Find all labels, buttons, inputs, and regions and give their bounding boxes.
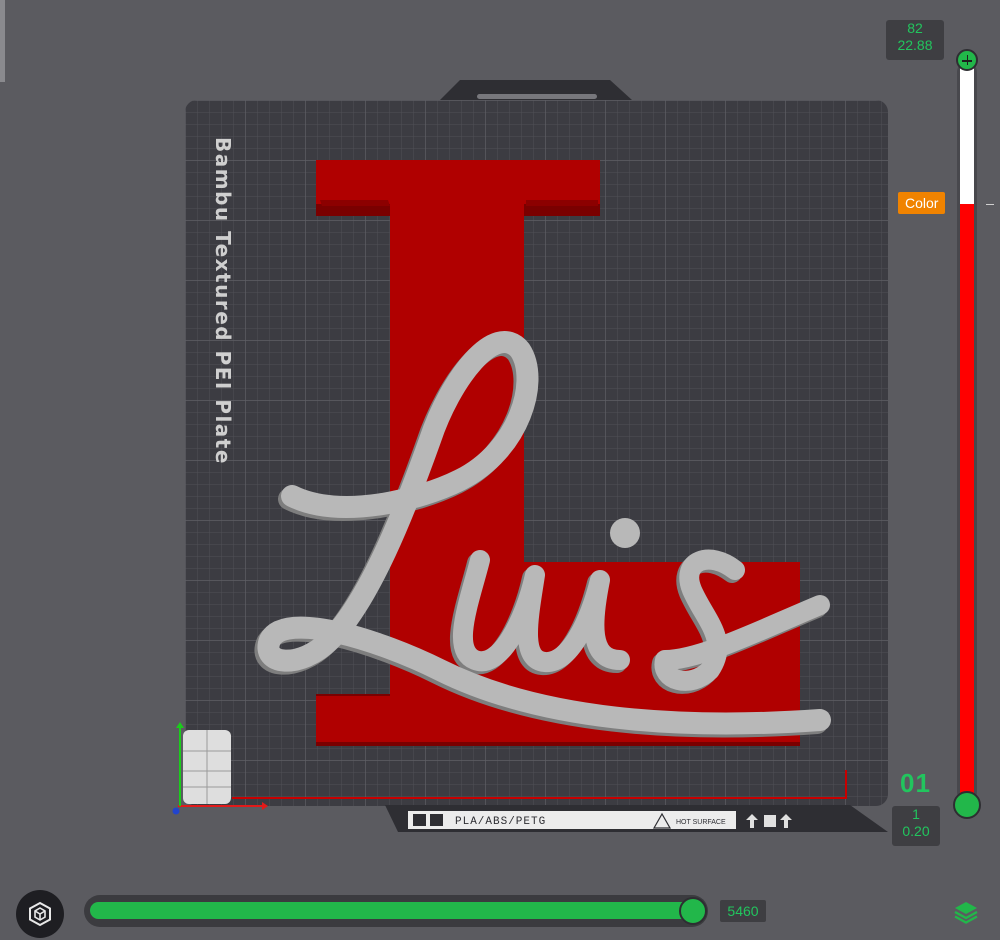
move-slider-value: 5460 <box>720 900 766 922</box>
z-axis-origin <box>172 807 180 815</box>
move-slider-handle[interactable] <box>679 897 707 925</box>
top-layer-number: 82 <box>907 20 923 36</box>
color-change-tick <box>986 204 994 205</box>
bambu-logo-icon-b <box>430 814 443 826</box>
bottom-layer-label: 1 0.20 <box>892 806 940 846</box>
hot-surface-label: HOT SURFACE <box>676 819 726 826</box>
color-button[interactable]: Color <box>898 192 946 214</box>
layers-icon[interactable] <box>952 898 980 926</box>
plate-filament-label: PLA/ABS/PETG <box>455 816 546 828</box>
cube-view-icon <box>29 901 51 927</box>
move-slider-fill <box>90 902 690 919</box>
bottom-layer-height: 0.20 <box>902 823 930 839</box>
view-cube-button[interactable] <box>16 890 64 938</box>
bottom-layer-number: 1 <box>912 806 920 822</box>
top-layer-label: 82 22.88 <box>886 20 944 60</box>
top-layer-height: 22.88 <box>897 37 933 53</box>
corner-block-model[interactable] <box>183 730 231 804</box>
current-layer-indicator: 01 <box>900 768 931 798</box>
y-axis-arrow <box>176 722 184 728</box>
bambu-logo-icon <box>413 814 426 826</box>
plate-viewport[interactable]: PLA/ABS/PETG HOT SURFACE Bambu Textured … <box>0 0 1000 940</box>
plate-orientation-icons <box>746 814 792 828</box>
layer-slider-bottom-handle[interactable] <box>953 791 981 819</box>
layer-slider-top-handle[interactable] <box>956 49 978 71</box>
plate-name-label: Bambu Textured PEI Plate <box>211 137 235 465</box>
layer-slider-upper-range <box>960 68 974 204</box>
plate-tab-slot <box>477 94 597 99</box>
layer-slider-lower-range <box>960 204 974 794</box>
